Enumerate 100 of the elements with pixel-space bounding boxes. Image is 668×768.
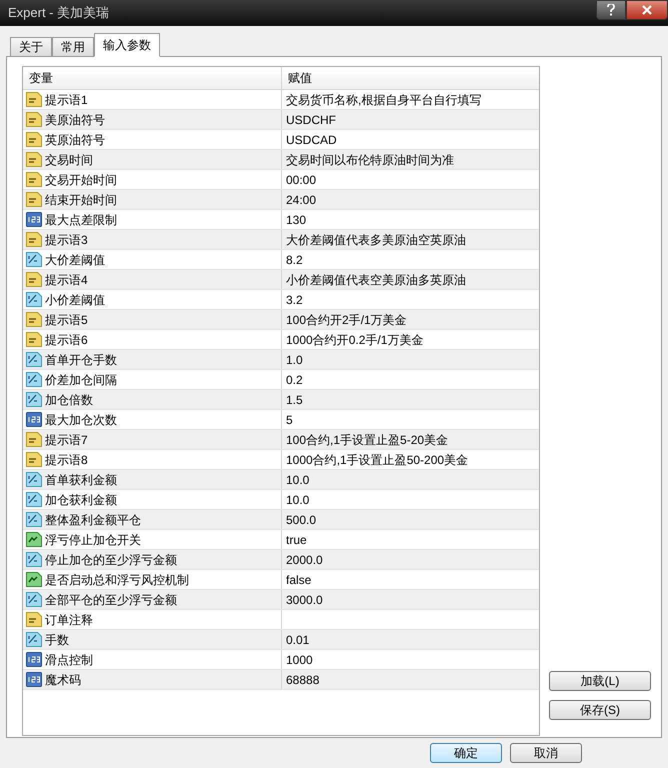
parameter-name: 提示语6 (45, 332, 88, 348)
parameter-name: 交易开始时间 (45, 172, 117, 188)
parameter-name: 提示语7 (45, 432, 88, 448)
toggle-type-icon (26, 572, 42, 587)
fraction-type-icon (26, 252, 42, 267)
help-button[interactable] (596, 0, 626, 20)
fraction-type-icon (26, 552, 42, 567)
text-type-icon (26, 112, 42, 127)
parameter-value[interactable]: 3.2 (286, 290, 303, 308)
parameter-name: 订单注释 (45, 612, 93, 628)
parameter-name: 提示语1 (45, 92, 88, 108)
side-button[interactable]: 加载(L) (549, 671, 651, 691)
text-type-icon (26, 92, 42, 107)
parameter-name: 手数 (45, 632, 69, 648)
parameter-value[interactable]: 1.5 (286, 390, 303, 408)
parameter-value[interactable]: 1000 (286, 650, 313, 668)
parameter-value[interactable]: 1000合约,1手设置止盈50-200美金 (286, 450, 468, 468)
tab[interactable]: 常用 (52, 37, 94, 56)
parameter-value[interactable]: 交易货币名称,根据自身平台自行填写 (286, 90, 482, 108)
close-icon (642, 5, 652, 15)
fraction-type-icon (26, 512, 42, 527)
parameter-name: 整体盈利金额平仓 (45, 512, 141, 528)
parameter-value[interactable]: 100合约,1手设置止盈5-20美金 (286, 430, 448, 448)
parameter-name: 滑点控制 (45, 652, 93, 668)
column-header[interactable]: 变量 (23, 67, 282, 89)
text-type-icon (26, 192, 42, 207)
parameter-value[interactable]: 小价差阈值代表空美原油多英原油 (286, 270, 466, 288)
parameter-name: 大价差阈值 (45, 252, 105, 268)
column-header[interactable]: 赋值 (282, 67, 539, 89)
parameter-value[interactable]: 1.0 (286, 350, 303, 368)
parameter-value[interactable]: USDCAD (286, 130, 337, 148)
parameter-name: 英原油符号 (45, 132, 105, 148)
fraction-type-icon (26, 392, 42, 407)
fraction-type-icon (26, 592, 42, 607)
fraction-type-icon (26, 352, 42, 367)
text-type-icon (26, 272, 42, 287)
fraction-type-icon (26, 492, 42, 507)
text-type-icon (26, 312, 42, 327)
parameter-value[interactable]: 130 (286, 210, 306, 228)
parameter-value[interactable]: 3000.0 (286, 590, 323, 608)
parameter-name: 最大点差限制 (45, 212, 117, 228)
side-button[interactable]: 保存(S) (549, 700, 651, 720)
text-type-icon (26, 232, 42, 247)
tab[interactable]: 关于 (10, 37, 52, 56)
parameter-value[interactable]: 10.0 (286, 490, 310, 508)
parameter-name: 提示语8 (45, 452, 88, 468)
parameter-name: 提示语3 (45, 232, 88, 248)
parameter-value[interactable]: true (286, 530, 307, 548)
tab[interactable]: 输入参数 (94, 33, 160, 57)
text-type-icon (26, 452, 42, 467)
parameter-value[interactable]: false (286, 570, 312, 588)
toggle-type-icon (26, 532, 42, 547)
parameter-value[interactable]: 交易时间以布伦特原油时间为准 (286, 150, 454, 168)
close-button[interactable] (626, 0, 668, 20)
fraction-type-icon (26, 632, 42, 647)
parameter-value[interactable]: 68888 (286, 670, 320, 688)
parameter-value[interactable]: 500.0 (286, 510, 316, 528)
parameter-value[interactable]: 24:00 (286, 190, 316, 208)
parameter-name: 提示语4 (45, 272, 88, 288)
window-title: Expert - 美加美瑞 (8, 4, 110, 22)
parameter-value[interactable]: 5 (286, 410, 293, 428)
text-type-icon (26, 432, 42, 447)
help-icon (607, 4, 615, 16)
text-type-icon (26, 132, 42, 147)
ok-button[interactable]: 确定 (430, 743, 502, 763)
parameter-name: 停止加仓的至少浮亏金额 (45, 552, 177, 568)
parameter-name: 首单获利金额 (45, 472, 117, 488)
parameter-value[interactable]: 0.01 (286, 630, 310, 648)
parameter-name: 魔术码 (45, 672, 81, 688)
parameter-name: 首单开仓手数 (45, 352, 117, 368)
parameter-value[interactable]: 2000.0 (286, 550, 323, 568)
parameter-value[interactable]: 8.2 (286, 250, 303, 268)
parameter-name: 是否启动总和浮亏风控机制 (45, 572, 189, 588)
parameter-value[interactable]: 大价差阈值代表多美原油空英原油 (286, 230, 466, 248)
fraction-type-icon (26, 372, 42, 387)
fraction-type-icon (26, 472, 42, 487)
parameter-value[interactable]: USDCHF (286, 110, 336, 128)
text-type-icon (26, 612, 42, 627)
parameter-name: 提示语5 (45, 312, 88, 328)
parameter-value[interactable]: 00:00 (286, 170, 316, 188)
parameter-name: 全部平仓的至少浮亏金额 (45, 592, 177, 608)
fraction-type-icon (26, 292, 42, 307)
parameter-name: 加仓倍数 (45, 392, 93, 408)
parameter-name: 加仓获利金额 (45, 492, 117, 508)
parameter-value[interactable]: 100合约开2手/1万美金 (286, 310, 407, 328)
integer-type-icon (26, 672, 42, 687)
parameter-value[interactable]: 0.2 (286, 370, 303, 388)
parameter-name: 交易时间 (45, 152, 93, 168)
parameter-name: 价差加仓间隔 (45, 372, 117, 388)
parameter-name: 美原油符号 (45, 112, 105, 128)
cancel-button[interactable]: 取消 (510, 743, 582, 763)
text-type-icon (26, 172, 42, 187)
text-type-icon (26, 152, 42, 167)
parameter-name: 浮亏停止加仓开关 (45, 532, 141, 548)
text-type-icon (26, 332, 42, 347)
parameter-name: 结束开始时间 (45, 192, 117, 208)
parameter-value[interactable]: 1000合约开0.2手/1万美金 (286, 330, 424, 348)
parameter-name: 最大加仓次数 (45, 412, 117, 428)
parameter-value[interactable]: 10.0 (286, 470, 310, 488)
parameter-name: 小价差阈值 (45, 292, 105, 308)
